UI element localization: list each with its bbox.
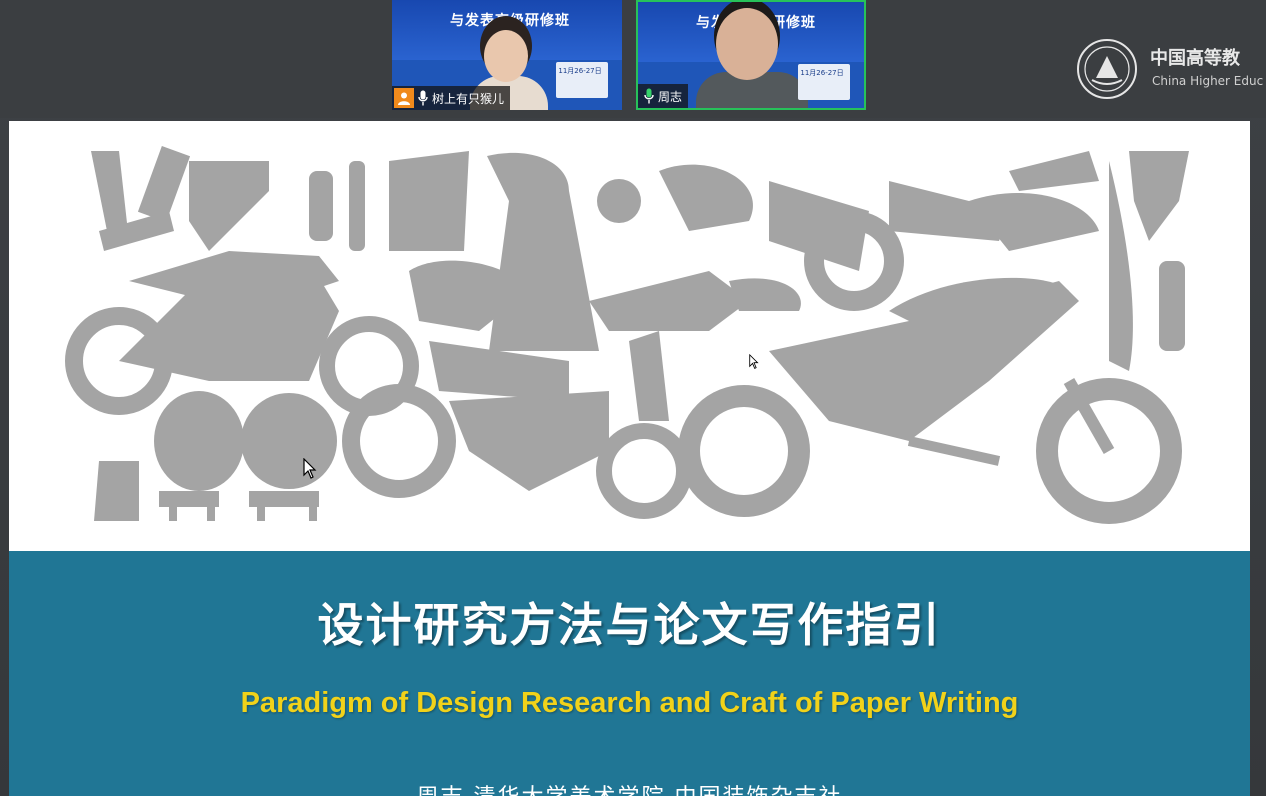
slide-title-cn: 设计研究方法与论文写作指引 [317,598,942,652]
video-strip: 与发表高级研修班 11月26-27日 树上有只猴儿 11月26-27日 周志 中… [0,0,1266,118]
broadcaster-logo: 中国高等教 China Higher Educ [1076,38,1266,102]
participant-name-tag: 树上有只猴儿 [392,86,511,110]
participant-video-tile[interactable]: 与发表高级研修班 11月26-27日 树上有只猴儿 [392,0,622,110]
video-banner-text: 与发表高级研修班 [450,13,570,29]
logo-title-en: China Higher Educ [1152,74,1264,88]
participant-name: 周志 [658,89,683,104]
university-seal-icon [1076,38,1138,100]
participant-head [716,8,778,80]
microphone-icon[interactable] [644,88,654,104]
person-avatar-icon [394,88,414,108]
participant-name: 树上有只猴儿 [432,91,505,106]
slide-title-en: Paradigm of Design Research and Craft of… [240,687,1019,719]
mouse-pointer-icon [303,457,317,480]
slide-title-band: 设计研究方法与论文写作指引 Paradigm of Design Researc… [9,551,1250,796]
product-silhouette-collage [65,145,1189,524]
microphone-icon[interactable] [418,90,428,106]
video-side-text: 11月26-27日 [558,67,602,75]
participant-video-tile-active[interactable]: 与发表高级研修班 11月26-27日 周志 [636,0,866,110]
participant-name-tag: 周志 [638,84,689,108]
logo-title-cn: 中国高等教 [1150,48,1240,69]
meeting-window: 与发表高级研修班 11月26-27日 树上有只猴儿 11月26-27日 周志 中… [0,0,1266,796]
mouse-pointer-icon [749,353,759,370]
slide-author-line: 周志 清华大学美术学院 中国装饰杂志社 [9,779,1250,796]
shared-slide: 设计研究方法与论文写作指引 Paradigm of Design Researc… [9,121,1250,796]
participant-head [484,30,528,82]
video-side-text: 11月26-27日 [800,69,844,77]
